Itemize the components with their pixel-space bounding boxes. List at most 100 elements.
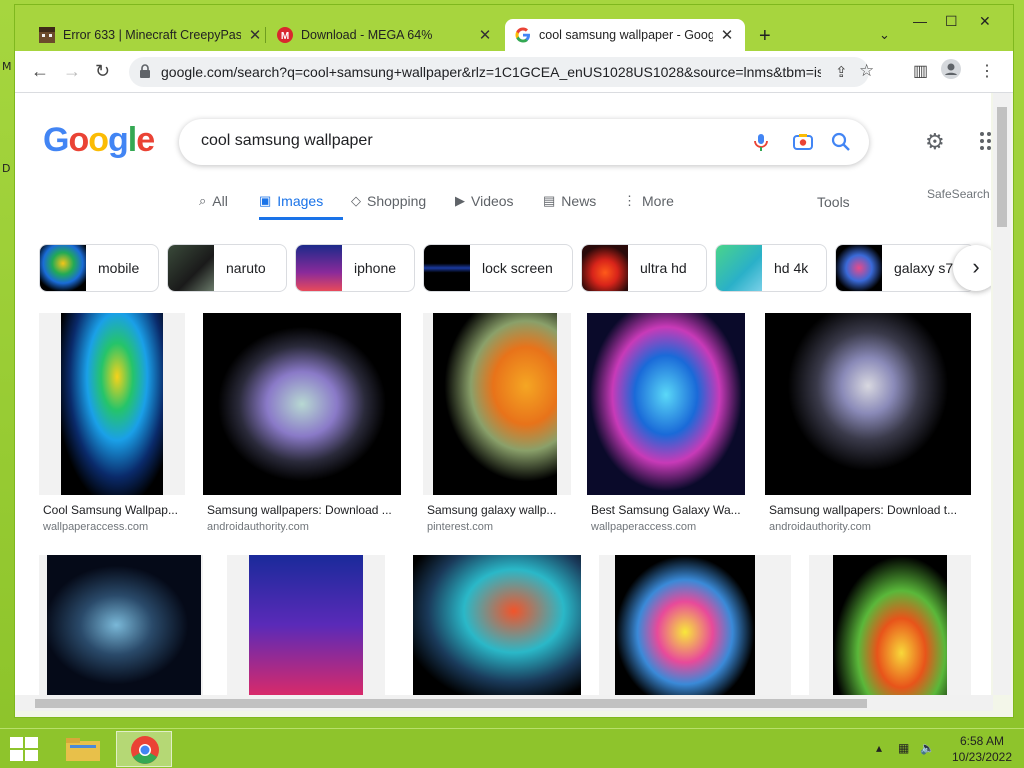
- search-input[interactable]: cool samsung wallpaper: [201, 132, 373, 150]
- system-clock[interactable]: 6:58 AM 10/23/2022: [944, 733, 1020, 765]
- profile-avatar-icon[interactable]: [941, 59, 961, 84]
- result-thumbnail: [61, 313, 163, 495]
- maximize-icon[interactable]: ☐: [945, 13, 958, 30]
- chip-thumbnail: [424, 245, 470, 291]
- result-source: wallpaperaccess.com: [43, 521, 149, 533]
- tab-title: Download - MEGA 64%: [301, 28, 433, 42]
- search-icon: ⌕: [199, 193, 207, 208]
- image-result[interactable]: [227, 555, 385, 695]
- tools-button[interactable]: Tools: [817, 194, 850, 210]
- network-icon[interactable]: ▦: [898, 741, 909, 755]
- result-title[interactable]: Samsung galaxy wallp...: [427, 503, 567, 517]
- tab-search-chevron-icon[interactable]: ⌄: [879, 27, 890, 43]
- file-explorer-icon[interactable]: [56, 731, 112, 767]
- reload-icon[interactable]: ↻: [95, 61, 110, 82]
- chip-thumbnail: [582, 245, 628, 291]
- chip-lock-screen[interactable]: lock screen: [423, 244, 573, 292]
- tab-google-search[interactable]: cool samsung wallpaper - Google ✕: [505, 19, 745, 51]
- image-result[interactable]: Samsung wallpapers: Download ... android…: [203, 313, 403, 533]
- close-window-icon[interactable]: ✕: [979, 13, 991, 30]
- google-images-page: Google cool samsung wallpaper ⚙ ⌕ All ▣ Im…: [15, 93, 991, 695]
- share-icon[interactable]: ⇪: [835, 63, 848, 81]
- newspaper-icon: ▤: [543, 193, 556, 208]
- minimize-icon[interactable]: —: [913, 13, 927, 29]
- desktop-icon-letter[interactable]: D: [2, 162, 10, 175]
- image-result[interactable]: [413, 555, 581, 695]
- chip-naruto[interactable]: naruto: [167, 244, 287, 292]
- chip-thumbnail: [836, 245, 882, 291]
- address-bar[interactable]: google.com/search?q=cool+samsung+wallpap…: [129, 57, 874, 87]
- bookmark-star-icon[interactable]: ☆: [859, 61, 874, 81]
- url-text: google.com/search?q=cool+samsung+wallpap…: [161, 64, 821, 80]
- forward-arrow-icon[interactable]: →: [63, 61, 81, 82]
- result-title[interactable]: Samsung wallpapers: Download t...: [769, 503, 969, 517]
- tab-shopping[interactable]: ◇ Shopping: [351, 193, 426, 209]
- image-result[interactable]: [809, 555, 971, 695]
- result-thumbnail: [413, 555, 581, 695]
- volume-icon[interactable]: 🔈: [920, 741, 935, 755]
- clock-date: 10/23/2022: [951, 750, 1013, 764]
- chip-mobile[interactable]: mobile: [39, 244, 159, 292]
- gear-icon[interactable]: ⚙: [925, 129, 945, 155]
- result-source: androidauthority.com: [769, 521, 871, 533]
- close-icon[interactable]: ✕: [719, 26, 735, 44]
- chip-thumbnail: [168, 245, 214, 291]
- result-thumbnail: [765, 313, 971, 495]
- camera-lens-icon[interactable]: [791, 130, 815, 154]
- apps-grid-icon[interactable]: [979, 131, 991, 156]
- search-icon[interactable]: [829, 130, 853, 154]
- chevron-right-icon[interactable]: ›: [953, 245, 991, 291]
- chip-iphone[interactable]: iphone: [295, 244, 415, 292]
- tag-icon: ◇: [351, 193, 361, 208]
- more-dots-icon: ⋮: [623, 193, 636, 208]
- tab-strip: Error 633 | Minecraft CreepyPasta ✕ M Do…: [15, 5, 1013, 51]
- desktop-icon-letter[interactable]: M: [2, 60, 12, 73]
- show-hidden-icons-icon[interactable]: ▴: [876, 741, 882, 755]
- tab-videos[interactable]: ▶ Videos: [455, 193, 514, 209]
- side-panel-icon[interactable]: ▥: [913, 61, 928, 81]
- result-thumbnail-frame: [423, 313, 571, 495]
- result-title[interactable]: Cool Samsung Wallpap...: [43, 503, 185, 517]
- result-title[interactable]: Best Samsung Galaxy Wa...: [591, 503, 745, 517]
- image-result[interactable]: Cool Samsung Wallpap... wallpaperaccess.…: [39, 313, 185, 533]
- image-result[interactable]: Best Samsung Galaxy Wa... wallpaperacces…: [587, 313, 745, 533]
- chip-ultra-hd[interactable]: ultra hd: [581, 244, 707, 292]
- close-icon[interactable]: ✕: [247, 26, 263, 44]
- google-logo[interactable]: Google: [43, 121, 155, 160]
- horizontal-scrollbar[interactable]: [15, 695, 993, 711]
- tab-more[interactable]: ⋮ More: [623, 193, 674, 209]
- tab-title: cool samsung wallpaper - Google: [539, 28, 713, 42]
- tab-minecraft[interactable]: Error 633 | Minecraft CreepyPasta ✕: [29, 19, 273, 51]
- microphone-icon[interactable]: [749, 130, 773, 154]
- tab-news[interactable]: ▤ News: [543, 193, 596, 209]
- image-result[interactable]: [39, 555, 203, 695]
- vertical-scrollbar[interactable]: [993, 93, 1011, 695]
- result-thumbnail: [249, 555, 363, 695]
- safesearch-link[interactable]: SafeSearch: [927, 187, 990, 201]
- tab-mega[interactable]: M Download - MEGA 64% ✕: [267, 19, 503, 51]
- chip-hd-4k[interactable]: hd 4k: [715, 244, 827, 292]
- tab-images[interactable]: ▣ Images: [259, 193, 323, 209]
- result-source: pinterest.com: [427, 521, 494, 533]
- image-result[interactable]: Samsung galaxy wallp... pinterest.com: [423, 313, 571, 533]
- result-source: wallpaperaccess.com: [591, 521, 697, 533]
- browser-toolbar: ← → ↻ google.com/search?q=cool+samsung+w…: [15, 51, 1013, 93]
- back-arrow-icon[interactable]: ←: [31, 61, 49, 82]
- image-result[interactable]: Samsung wallpapers: Download t... androi…: [765, 313, 971, 533]
- tab-label: More: [642, 193, 674, 209]
- chrome-icon[interactable]: [116, 731, 172, 767]
- chip-label: iphone: [354, 260, 397, 276]
- scrollbar-thumb[interactable]: [997, 107, 1007, 227]
- menu-kebab-icon[interactable]: ⋮: [979, 61, 995, 81]
- close-icon[interactable]: ✕: [477, 26, 493, 44]
- search-box[interactable]: cool samsung wallpaper: [179, 119, 869, 165]
- tab-all[interactable]: ⌕ All: [199, 193, 228, 209]
- image-result[interactable]: [599, 555, 791, 695]
- scrollbar-thumb[interactable]: [35, 699, 867, 708]
- result-thumbnail: [615, 555, 755, 695]
- tab-label: Shopping: [367, 193, 427, 209]
- new-tab-button[interactable]: +: [759, 25, 771, 48]
- result-title[interactable]: Samsung wallpapers: Download ...: [207, 503, 401, 517]
- result-thumbnail: [833, 555, 947, 695]
- windows-start-icon[interactable]: [10, 737, 38, 761]
